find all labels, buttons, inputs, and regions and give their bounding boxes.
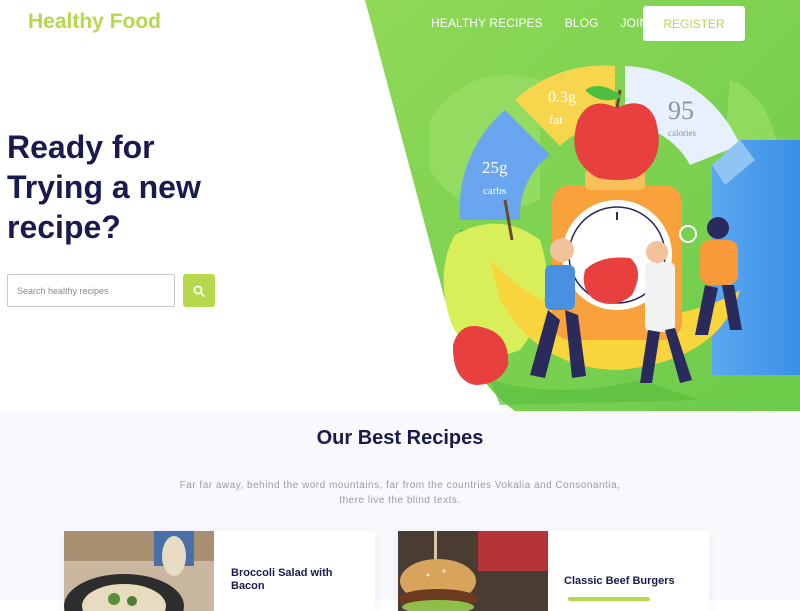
headline-line: Ready for bbox=[7, 129, 155, 165]
main-nav: HEALTHY RECIPES BLOG JOIN bbox=[431, 16, 648, 30]
recipe-title[interactable]: Broccoli Salad with Bacon bbox=[231, 567, 351, 593]
recipe-title[interactable]: Classic Beef Burgers bbox=[564, 575, 694, 588]
recipe-card-broccoli[interactable]: Broccoli Salad with Bacon bbox=[64, 531, 375, 611]
recipe-image bbox=[398, 531, 548, 611]
subtitle-line: there live the blind texts. bbox=[339, 495, 461, 506]
nav-healthy-recipes[interactable]: HEALTHY RECIPES bbox=[431, 16, 543, 30]
section-subtitle: Far far away, behind the word mountains,… bbox=[150, 478, 650, 508]
subtitle-line: Far far away, behind the word mountains,… bbox=[179, 480, 621, 491]
brand-logo[interactable]: Healthy Food bbox=[28, 10, 161, 34]
search-input[interactable] bbox=[7, 274, 175, 307]
hero-headline: Ready for Trying a new recipe? bbox=[7, 127, 267, 247]
search-icon bbox=[193, 285, 205, 297]
nav-blog[interactable]: BLOG bbox=[565, 16, 599, 30]
recipe-card-accent bbox=[568, 597, 650, 601]
hero-section: Healthy Food HEALTHY RECIPES BLOG JOIN R… bbox=[0, 0, 800, 411]
section-title: Our Best Recipes bbox=[316, 427, 484, 449]
recipe-image bbox=[64, 531, 214, 611]
best-recipes-section: Our Best Recipes Far far away, behind th… bbox=[0, 411, 800, 611]
headline-line: recipe? bbox=[7, 209, 121, 245]
recipe-card-burgers[interactable]: Classic Beef Burgers bbox=[398, 531, 709, 611]
headline-line: Trying a new bbox=[7, 169, 201, 205]
register-button[interactable]: REGISTER bbox=[643, 6, 745, 41]
search-button[interactable] bbox=[183, 274, 215, 307]
